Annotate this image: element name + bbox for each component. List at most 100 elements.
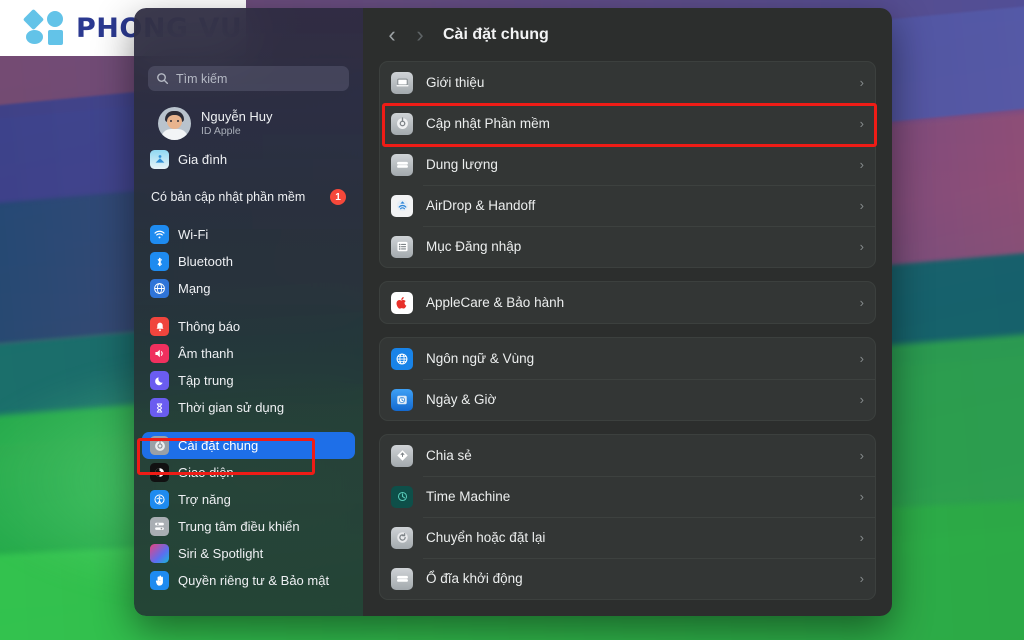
moon-icon: [150, 371, 169, 390]
search-input[interactable]: Tìm kiếm: [148, 66, 349, 91]
settings-row-label: Mục Đăng nhập: [426, 239, 522, 254]
apple-id-account-row[interactable]: Nguyễn Huy ID Apple: [142, 103, 355, 146]
settings-row-transfer-reset[interactable]: Chuyển hoặc đặt lại ›: [380, 517, 875, 558]
settings-row-login-items[interactable]: Mục Đăng nhập ›: [380, 226, 875, 267]
sidebar-item-label: Tập trung: [178, 373, 234, 388]
list-icon: [391, 235, 413, 258]
settings-row-date-time[interactable]: Ngày & Giờ ›: [380, 379, 875, 420]
chevron-right-icon: ›: [859, 448, 864, 463]
account-name: Nguyễn Huy: [201, 108, 273, 124]
main-titlebar: ‹ › Cài đặt chung: [363, 8, 892, 61]
settings-row-label: Dung lượng: [426, 157, 498, 172]
chevron-right-icon: ›: [859, 351, 864, 366]
chevron-right-icon: ›: [859, 530, 864, 545]
settings-row-time-machine[interactable]: Time Machine ›: [380, 476, 875, 517]
chevron-right-icon: ›: [859, 489, 864, 504]
time-machine-icon: [391, 485, 413, 508]
accessibility-icon: [150, 490, 169, 509]
globe-icon: [391, 347, 413, 370]
share-icon: [391, 444, 413, 467]
gear-icon: [391, 112, 413, 135]
sidebar-item-privacy-security[interactable]: Quyền riêng tư & Bảo mật: [142, 567, 355, 594]
siri-icon: [150, 544, 169, 563]
laptop-icon: [391, 71, 413, 94]
sidebar-item-bluetooth[interactable]: Bluetooth: [142, 248, 355, 275]
sidebar-group-network: Wi-Fi Bluetooth Mạng: [134, 221, 363, 302]
settings-group: AppleCare & Bảo hành ›: [379, 281, 876, 324]
search-container: Tìm kiếm: [148, 66, 349, 91]
search-icon: [157, 73, 169, 85]
sidebar-item-appearance[interactable]: Giao diện: [142, 459, 355, 486]
sidebar-item-general-settings[interactable]: Cài đặt chung: [142, 432, 355, 459]
airdrop-icon: [391, 194, 413, 217]
sidebar-item-sound[interactable]: Âm thanh: [142, 340, 355, 367]
sidebar-group-general: Cài đặt chung Giao diện Trợ năng Trung t…: [134, 432, 363, 594]
settings-row-label: Ngày & Giờ: [426, 392, 497, 407]
settings-row-label: AirDrop & Handoff: [426, 198, 536, 213]
sidebar-item-label: Mạng: [178, 281, 211, 296]
sidebar-item-label: Âm thanh: [178, 346, 234, 361]
sidebar-item-focus[interactable]: Tập trung: [142, 367, 355, 394]
sidebar-item-screen-time[interactable]: Thời gian sử dụng: [142, 394, 355, 421]
settings-row-label: Ngôn ngữ & Vùng: [426, 351, 535, 366]
hourglass-icon: [150, 398, 169, 417]
settings-row-startup-disk[interactable]: Ổ đĩa khởi động ›: [380, 558, 875, 599]
software-update-notice-label: Có bản cập nhật phần mềm: [151, 190, 306, 204]
chevron-right-icon: ›: [859, 571, 864, 586]
chevron-right-icon: ›: [859, 392, 864, 407]
settings-row-label: Cập nhật Phần mềm: [426, 116, 550, 131]
disk-icon: [391, 153, 413, 176]
sidebar-item-label: Giao diện: [178, 465, 234, 480]
bell-icon: [150, 317, 169, 336]
sidebar-item-network[interactable]: Mạng: [142, 275, 355, 302]
settings-row-airdrop-handoff[interactable]: AirDrop & Handoff ›: [380, 185, 875, 226]
sidebar-item-label: Trung tâm điều khiển: [178, 519, 300, 534]
settings-row-label: Giới thiệu: [426, 75, 485, 90]
family-icon: [150, 150, 169, 169]
settings-row-sharing[interactable]: Chia sẻ ›: [380, 435, 875, 476]
settings-sidebar: Tìm kiếm Nguyễn Huy ID Apple Gia đình Có…: [134, 8, 363, 616]
page-title: Cài đặt chung: [443, 25, 549, 43]
settings-main-panel: ‹ › Cài đặt chung Giới thiệu › Cập nhật …: [363, 8, 892, 616]
settings-row-software-update[interactable]: Cập nhật Phần mềm ›: [380, 103, 875, 144]
sliders-icon: [150, 517, 169, 536]
settings-row-about[interactable]: Giới thiệu ›: [380, 62, 875, 103]
globe-icon: [150, 279, 169, 298]
settings-group: Ngôn ngữ & Vùng › Ngày & Giờ ›: [379, 337, 876, 421]
sidebar-group-system: Thông báo Âm thanh Tập trung Thời gian s…: [134, 313, 363, 421]
sidebar-item-label: Siri & Spotlight: [178, 546, 264, 561]
settings-row-label: Chia sẻ: [426, 448, 472, 463]
sidebar-item-family[interactable]: Gia đình: [142, 146, 355, 173]
search-placeholder: Tìm kiếm: [176, 71, 228, 86]
disk-icon: [391, 567, 413, 590]
settings-groups: Giới thiệu › Cập nhật Phần mềm › Dung lư…: [363, 61, 892, 616]
sidebar-item-wifi[interactable]: Wi-Fi: [142, 221, 355, 248]
settings-row-language-region[interactable]: Ngôn ngữ & Vùng ›: [380, 338, 875, 379]
settings-row-label: AppleCare & Bảo hành: [426, 295, 565, 310]
settings-row-storage[interactable]: Dung lượng ›: [380, 144, 875, 185]
sidebar-item-siri-spotlight[interactable]: Siri & Spotlight: [142, 540, 355, 567]
settings-group: Chia sẻ › Time Machine › Chuyển hoặc đặt…: [379, 434, 876, 600]
apple-icon: [391, 291, 413, 314]
sidebar-item-label: Thông báo: [178, 319, 241, 334]
account-subtitle: ID Apple: [201, 125, 241, 138]
system-settings-window: Tìm kiếm Nguyễn Huy ID Apple Gia đình Có…: [134, 8, 892, 616]
settings-group: Giới thiệu › Cập nhật Phần mềm › Dung lư…: [379, 61, 876, 268]
sidebar-item-notifications[interactable]: Thông báo: [142, 313, 355, 340]
bluetooth-icon: [150, 252, 169, 271]
sidebar-item-label: Wi-Fi: [178, 227, 209, 242]
sidebar-item-accessibility[interactable]: Trợ năng: [142, 486, 355, 513]
contrast-icon: [150, 463, 169, 482]
sidebar-item-label: Quyền riêng tư & Bảo mật: [178, 573, 330, 588]
back-button[interactable]: ‹: [379, 22, 405, 48]
clock-icon: [391, 388, 413, 411]
software-update-notice[interactable]: Có bản cập nhật phần mềm 1: [142, 184, 355, 210]
forward-button[interactable]: ›: [407, 22, 433, 48]
settings-row-applecare[interactable]: AppleCare & Bảo hành ›: [380, 282, 875, 323]
sidebar-item-control-center[interactable]: Trung tâm điều khiển: [142, 513, 355, 540]
chevron-right-icon: ›: [859, 295, 864, 310]
